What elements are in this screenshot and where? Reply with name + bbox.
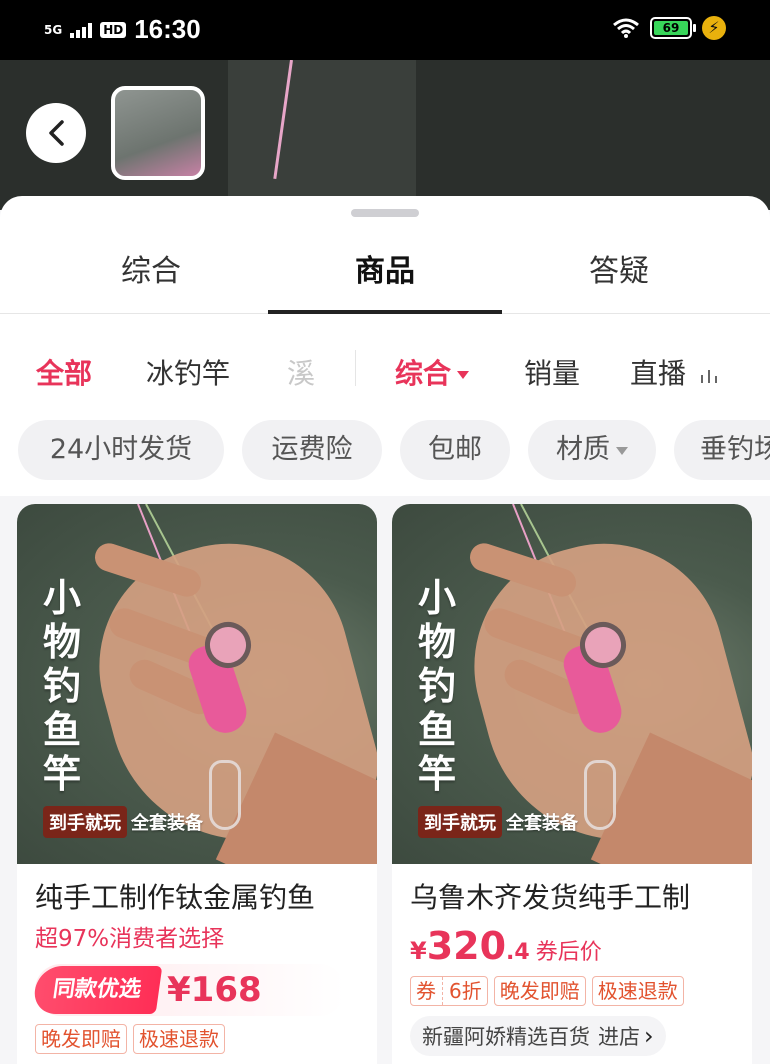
- service-tags: 券 6折 晚发即赔 极速退款: [410, 976, 734, 1006]
- network-type: 5G: [44, 22, 63, 37]
- search-sheet: 综合 商品 答疑 全部 冰钓竿 溪 综合 销量 直播 24小时发货 运费险 包邮…: [0, 196, 770, 1064]
- sort-sales[interactable]: 销量: [524, 352, 580, 392]
- tab-bar: 综合 商品 答疑: [0, 236, 770, 314]
- coupon-value: 6折: [449, 979, 482, 1003]
- chip-24h-ship[interactable]: 24小时发货: [18, 420, 224, 480]
- sheet-handle[interactable]: [351, 209, 419, 217]
- store-name: 新疆阿娇精选百货: [422, 1025, 590, 1049]
- image-tag: 到手就玩 全套装备: [43, 806, 203, 838]
- sort-comprehensive-label: 综合: [395, 357, 452, 390]
- product-title: 乌鲁木齐发货纯手工制: [410, 881, 691, 914]
- price: ¥ 320 .4 券后价: [410, 924, 734, 968]
- image-title: 小 物 钓 鱼 竿: [43, 578, 87, 794]
- promo-price: ¥168: [167, 970, 262, 1010]
- sort-live-label: 直播: [630, 357, 687, 390]
- back-button[interactable]: [26, 103, 86, 163]
- live-bars-icon: [700, 370, 717, 383]
- price-integer: 320: [426, 924, 507, 968]
- product-image: 小 物 钓 鱼 竿 到手就玩 全套装备: [17, 504, 377, 864]
- image-title-char: 鱼: [43, 708, 82, 752]
- filter-row: 全部 冰钓竿 溪 综合 销量 直播: [0, 346, 770, 396]
- caret-down-icon: [616, 446, 628, 455]
- chevron-left-icon: [49, 120, 64, 146]
- image-title-char: 竿: [418, 752, 457, 796]
- product-card[interactable]: 小 物 钓 鱼 竿 到手就玩 全套装备 乌鲁木齐发货纯手工制 ¥ 320 .4 …: [392, 504, 752, 1064]
- lanyard-loop-image: [209, 760, 241, 830]
- filter-ice-rod[interactable]: 冰钓竿: [146, 352, 230, 392]
- price-note: 券后价: [535, 940, 602, 965]
- video-thumbnail[interactable]: [111, 86, 205, 180]
- price-currency: ¥: [410, 937, 427, 965]
- quick-filter-chips: 24小时发货 运费险 包邮 材质 垂钓场: [0, 420, 770, 482]
- image-title-char: 钓: [418, 664, 457, 708]
- service-tag: 极速退款: [591, 976, 684, 1006]
- lanyard-loop-image: [584, 760, 616, 830]
- image-title: 小 物 钓 鱼 竿: [418, 578, 462, 794]
- status-bar: 5G HD 16:30 69 ⚡: [0, 0, 770, 60]
- image-tag: 到手就玩 全套装备: [418, 806, 578, 838]
- product-card[interactable]: 小 物 钓 鱼 竿 到手就玩 全套装备 纯手工制作钛金属钓鱼 超97%消费者选择…: [17, 504, 377, 1064]
- product-title: 纯手工制作钛金属钓鱼: [35, 881, 316, 914]
- store-action: 进店: [598, 1025, 640, 1049]
- coupon-label: 券: [416, 977, 443, 1005]
- image-tag-secondary: 全套装备: [506, 813, 578, 834]
- image-tag-primary: 到手就玩: [418, 806, 502, 838]
- coupon-tag: 券 6折: [410, 976, 488, 1006]
- sort-comprehensive[interactable]: 综合: [395, 352, 470, 392]
- filter-divider: [355, 350, 356, 386]
- promo-price-banner: 同款优选 ¥168: [31, 964, 345, 1016]
- price-decimal: .4: [506, 940, 530, 965]
- chip-material-label: 材质: [556, 434, 610, 465]
- promo-badge: 同款优选: [31, 966, 163, 1014]
- hd-badge: HD: [100, 21, 127, 38]
- sort-live[interactable]: 直播: [630, 352, 719, 392]
- tab-indicator: [268, 310, 502, 314]
- image-title-char: 物: [43, 620, 82, 664]
- charging-icon: ⚡: [702, 16, 726, 40]
- wifi-icon: [613, 18, 639, 38]
- clock: 16:30: [134, 14, 201, 44]
- chip-shipping-insurance[interactable]: 运费险: [242, 420, 382, 480]
- video-frame: [228, 60, 416, 210]
- product-image: 小 物 钓 鱼 竿 到手就玩 全套装备: [392, 504, 752, 864]
- tab-comprehensive[interactable]: 综合: [34, 246, 268, 290]
- product-subtitle: 超97%消费者选择: [35, 926, 225, 952]
- service-tag: 晚发即赔: [493, 976, 586, 1006]
- caret-down-icon: [457, 371, 470, 379]
- filter-stream[interactable]: 溪: [287, 352, 323, 392]
- image-tag-primary: 到手就玩: [43, 806, 127, 838]
- image-tag-secondary: 全套装备: [131, 813, 203, 834]
- chip-fishing-spot[interactable]: 垂钓场: [674, 420, 770, 480]
- chevron-right-icon: ›: [644, 1022, 654, 1050]
- battery-icon: 69: [650, 17, 696, 39]
- filter-all[interactable]: 全部: [36, 352, 92, 392]
- image-title-char: 小: [418, 576, 457, 620]
- image-title-char: 竿: [43, 752, 82, 796]
- image-title-char: 鱼: [418, 708, 457, 752]
- signal-icon: [70, 22, 93, 38]
- image-title-char: 小: [43, 576, 82, 620]
- image-title-char: 钓: [43, 664, 82, 708]
- image-title-char: 物: [418, 620, 457, 664]
- chip-material[interactable]: 材质: [528, 420, 656, 480]
- tab-products[interactable]: 商品: [268, 246, 502, 290]
- store-link[interactable]: 新疆阿娇精选百货 进店 ›: [410, 1016, 666, 1056]
- battery-level: 69: [654, 21, 688, 35]
- chip-free-shipping[interactable]: 包邮: [400, 420, 510, 480]
- tab-qa[interactable]: 答疑: [502, 246, 736, 290]
